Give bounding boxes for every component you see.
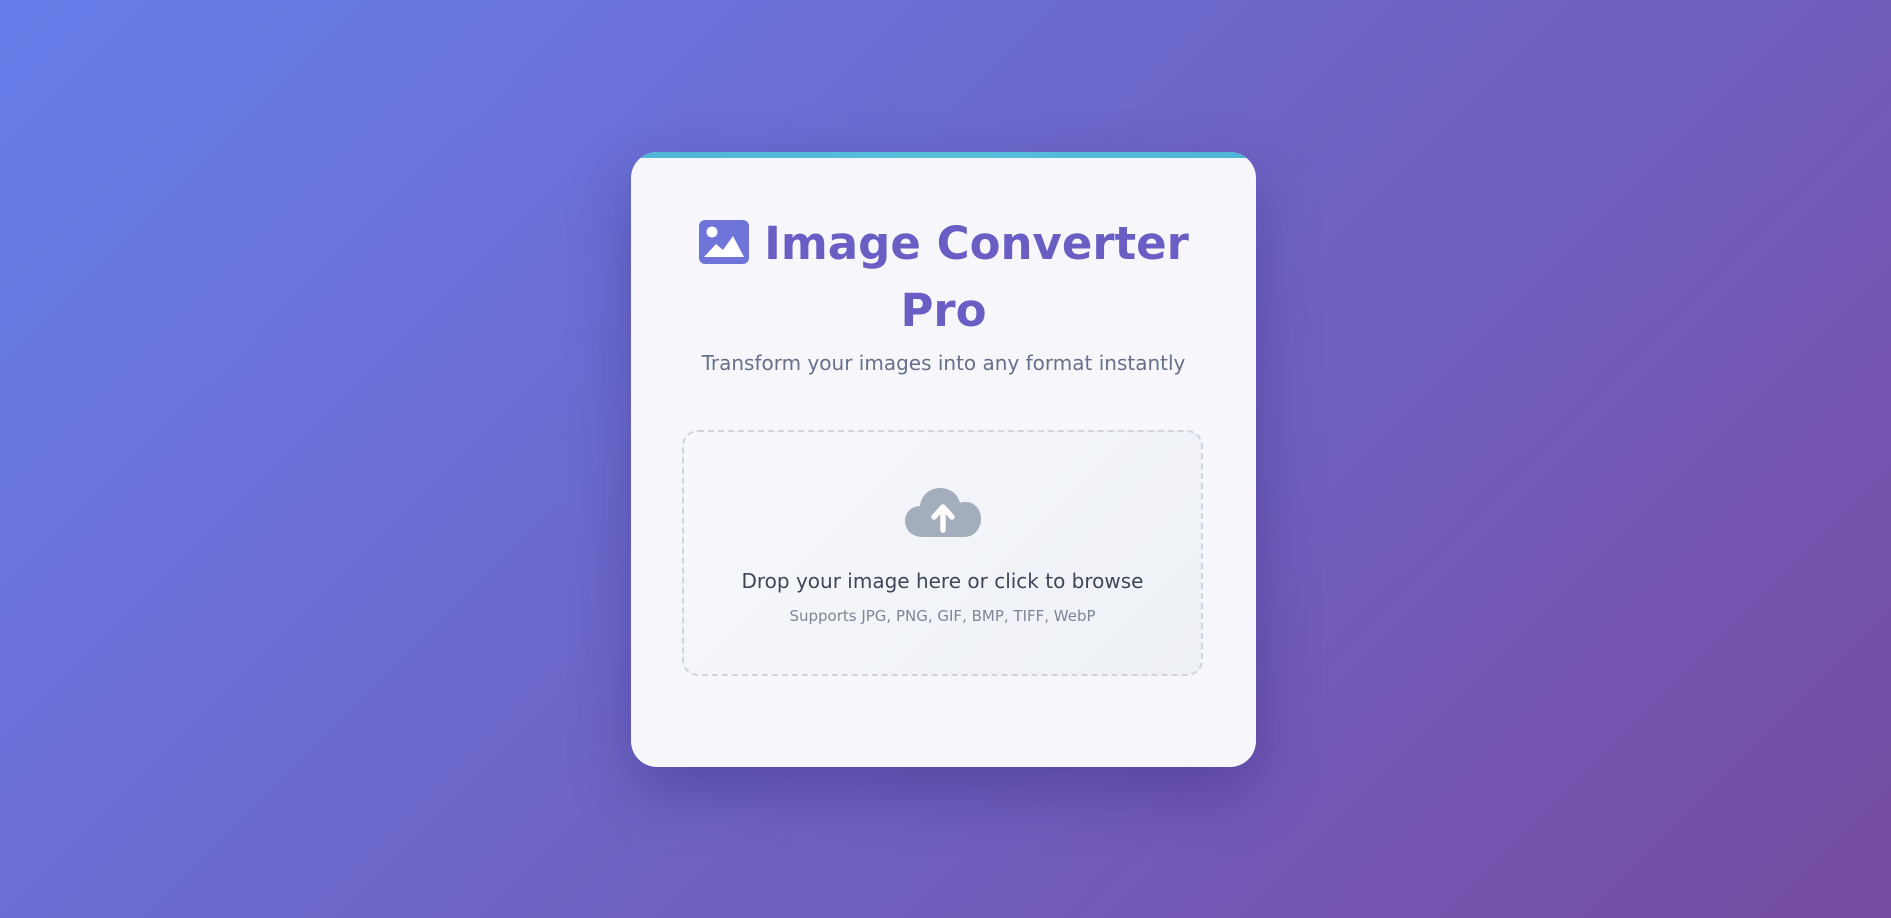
converter-card: Image Converter Pro Transform your image… xyxy=(631,152,1256,767)
app-title-line-2: Pro xyxy=(900,284,987,337)
file-dropzone[interactable]: Drop your image here or click to browse … xyxy=(682,430,1203,676)
app-title: Image Converter Pro xyxy=(631,210,1256,344)
cloud-upload-icon xyxy=(905,488,981,537)
image-icon xyxy=(699,220,750,264)
dropzone-supported-formats: Supports JPG, PNG, GIF, BMP, TIFF, WebP xyxy=(789,607,1096,625)
card-accent-bar xyxy=(631,152,1256,158)
app-title-line-1: Image Converter xyxy=(631,210,1256,277)
app-subtitle: Transform your images into any format in… xyxy=(701,351,1186,375)
dropzone-primary-text: Drop your image here or click to browse xyxy=(741,569,1144,593)
app-title-text-1: Image Converter xyxy=(764,217,1189,270)
